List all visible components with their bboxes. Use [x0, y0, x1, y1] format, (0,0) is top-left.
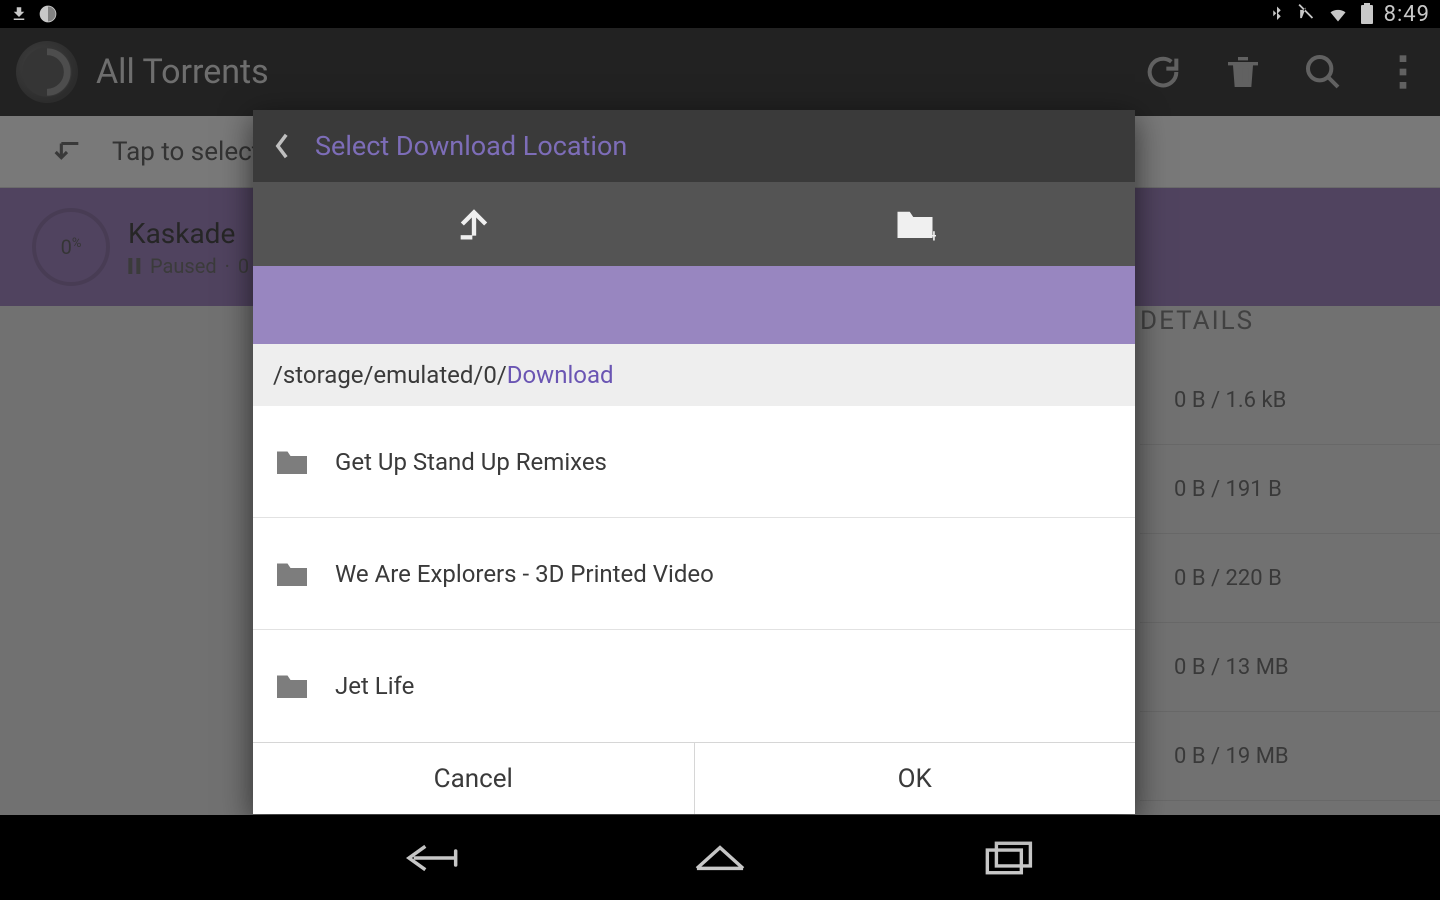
- folder-list: Get Up Stand Up Remixes We Are Explorers…: [253, 406, 1135, 742]
- dialog-selection-bar: [253, 266, 1135, 344]
- folder-item[interactable]: Get Up Stand Up Remixes: [253, 406, 1135, 518]
- path-prefix: /storage/emulated/0/: [273, 361, 507, 389]
- download-notification-icon: [10, 5, 28, 23]
- android-status-bar: 8:49: [0, 0, 1440, 28]
- folder-name: We Are Explorers - 3D Printed Video: [335, 560, 714, 588]
- wifi-icon: [1326, 4, 1350, 24]
- dialog-buttons: Cancel OK: [253, 742, 1135, 814]
- folder-name: Get Up Stand Up Remixes: [335, 448, 607, 476]
- app-content: All Torrents Tap to select 0%: [0, 28, 1440, 815]
- nav-recent-button[interactable]: [980, 838, 1040, 878]
- go-up-button[interactable]: [253, 182, 694, 266]
- current-path: /storage/emulated/0/Download: [253, 344, 1135, 406]
- download-location-dialog: Select Download Location + /storage/emul…: [253, 110, 1135, 814]
- folder-item[interactable]: We Are Explorers - 3D Printed Video: [253, 518, 1135, 630]
- dialog-header: Select Download Location: [253, 110, 1135, 182]
- path-current: Download: [507, 361, 614, 389]
- cancel-button[interactable]: Cancel: [253, 743, 694, 814]
- mute-icon: [1296, 4, 1316, 24]
- nav-home-button[interactable]: [690, 838, 750, 878]
- folder-icon: [273, 559, 311, 589]
- folder-item[interactable]: Jet Life: [253, 630, 1135, 742]
- bittorrent-notification-icon: [38, 4, 58, 24]
- dialog-title: Select Download Location: [315, 130, 627, 162]
- ok-button[interactable]: OK: [694, 743, 1136, 814]
- battery-icon: [1360, 3, 1374, 25]
- nav-back-button[interactable]: [400, 838, 460, 878]
- folder-name: Jet Life: [335, 672, 414, 700]
- dialog-toolbar: +: [253, 182, 1135, 266]
- bluetooth-icon: [1268, 4, 1286, 24]
- new-folder-button[interactable]: +: [694, 182, 1135, 266]
- android-nav-bar: [0, 815, 1440, 900]
- folder-icon: [273, 671, 311, 701]
- folder-icon: [273, 447, 311, 477]
- clock: 8:49: [1384, 2, 1430, 27]
- svg-text:+: +: [929, 227, 936, 243]
- back-icon[interactable]: [275, 133, 289, 159]
